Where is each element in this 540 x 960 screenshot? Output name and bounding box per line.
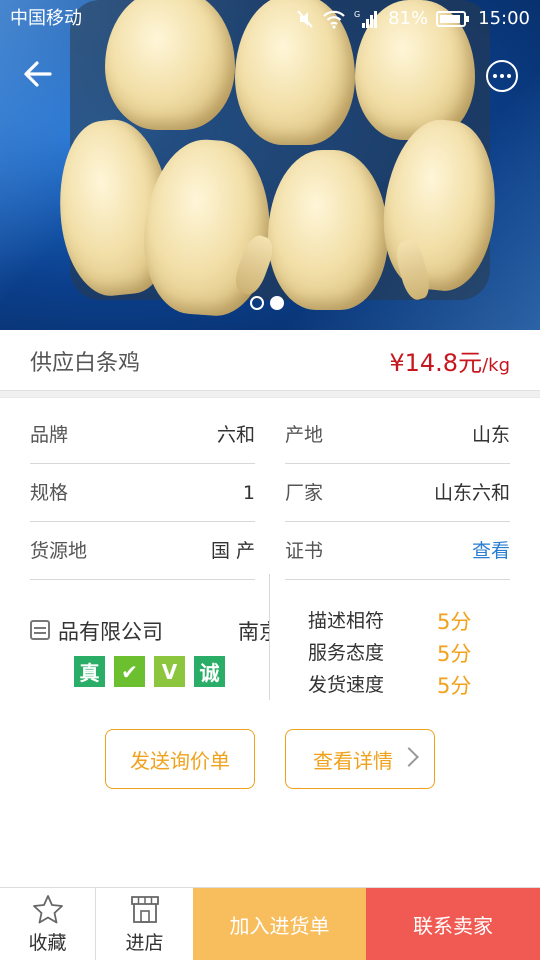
store-icon <box>130 896 159 923</box>
bottom-action-bar: 收藏 进店 加入进货单 联系卖家 <box>0 887 540 960</box>
rating-label: 描述相符 <box>308 610 385 632</box>
verified-shield-icon: ✔ <box>114 656 145 687</box>
integrity-badge-icon: 诚 <box>194 656 225 687</box>
shop-info[interactable]: 品有限公司 南京 真 ✔ V 诚 <box>30 598 270 698</box>
enter-shop-button[interactable]: 进店 <box>96 888 193 960</box>
svg-text:G: G <box>354 10 360 19</box>
chicken-illustration <box>268 150 388 310</box>
signal-icon: G <box>354 10 378 28</box>
rating-score: 5分 <box>437 642 472 666</box>
spec-row: 规格 1 厂家 山东六和 <box>30 465 510 523</box>
battery-icon <box>436 11 470 27</box>
wifi-icon <box>323 10 345 29</box>
favorite-label: 收藏 <box>28 932 67 954</box>
rating-row: 发货速度 5分 <box>300 670 500 702</box>
product-title-row: 供应白条鸡 ¥14.8元/kg <box>0 330 540 392</box>
spec-value: 六和 <box>216 424 255 446</box>
product-name: 供应白条鸡 <box>30 351 141 376</box>
view-details-button[interactable]: 查看详情 <box>285 729 435 789</box>
contact-seller-button[interactable]: 联系卖家 <box>366 888 540 960</box>
vip-badge-icon: V <box>154 656 185 687</box>
rating-label: 发货速度 <box>308 674 385 696</box>
rating-score: 5分 <box>437 674 472 698</box>
clock: 15:00 <box>478 8 530 29</box>
price-value: ¥14.8元 <box>389 349 483 377</box>
rating-row: 描述相符 5分 <box>300 606 500 638</box>
rating-label: 服务态度 <box>308 642 385 664</box>
status-icons: G 81% 15:00 <box>296 0 530 38</box>
shop-badges: 真 ✔ V 诚 <box>74 656 225 687</box>
spec-value: 1 <box>242 482 255 504</box>
favorite-button[interactable]: 收藏 <box>0 888 96 960</box>
mute-icon <box>297 10 313 28</box>
spec-label: 货源地 <box>30 540 88 562</box>
carousel-dot-active[interactable] <box>270 296 284 310</box>
chevron-right-icon <box>399 747 419 767</box>
product-image-carousel[interactable] <box>0 0 540 330</box>
spec-value: 山东六和 <box>433 482 510 504</box>
spec-label: 证书 <box>285 540 324 562</box>
enter-shop-label: 进店 <box>125 932 164 954</box>
more-options-icon[interactable] <box>486 60 518 92</box>
vertical-divider <box>269 574 270 700</box>
back-arrow-icon[interactable] <box>20 56 56 92</box>
spec-label: 规格 <box>30 482 69 504</box>
spec-label: 品牌 <box>30 424 69 446</box>
shop-city: 南京 <box>238 620 270 644</box>
section-divider <box>0 390 540 398</box>
send-inquiry-button[interactable]: 发送询价单 <box>105 729 255 789</box>
authentic-badge-icon: 真 <box>74 656 105 687</box>
battery-percent: 81% <box>388 8 429 29</box>
status-bar: 中国移动 G 81% 15:00 <box>0 0 540 38</box>
carrier-label: 中国移动 <box>10 8 82 29</box>
rating-row: 服务态度 5分 <box>300 638 500 670</box>
spec-value: 山东 <box>471 424 510 446</box>
carousel-indicator <box>250 296 284 310</box>
spec-row: 品牌 六和 产地 山东 <box>30 407 510 465</box>
product-price: ¥14.8元/kg <box>389 343 510 378</box>
spec-value: 国 产 <box>210 540 255 562</box>
shop-icon <box>30 620 50 640</box>
add-to-cart-button[interactable]: 加入进货单 <box>193 888 366 960</box>
spec-label: 产地 <box>285 424 324 446</box>
spec-label: 厂家 <box>285 482 324 504</box>
spec-row: 货源地 国 产 证书 查看 <box>30 523 510 581</box>
shop-name: 品有限公司 <box>58 620 163 644</box>
view-certificate-link[interactable]: 查看 <box>472 523 510 580</box>
star-icon <box>32 895 63 924</box>
rating-score: 5分 <box>437 610 472 634</box>
shop-ratings: 描述相符 5分 服务态度 5分 发货速度 5分 <box>300 606 500 702</box>
view-details-label: 查看详情 <box>313 748 393 773</box>
price-unit: /kg <box>482 355 510 376</box>
carousel-dot[interactable] <box>250 296 264 310</box>
